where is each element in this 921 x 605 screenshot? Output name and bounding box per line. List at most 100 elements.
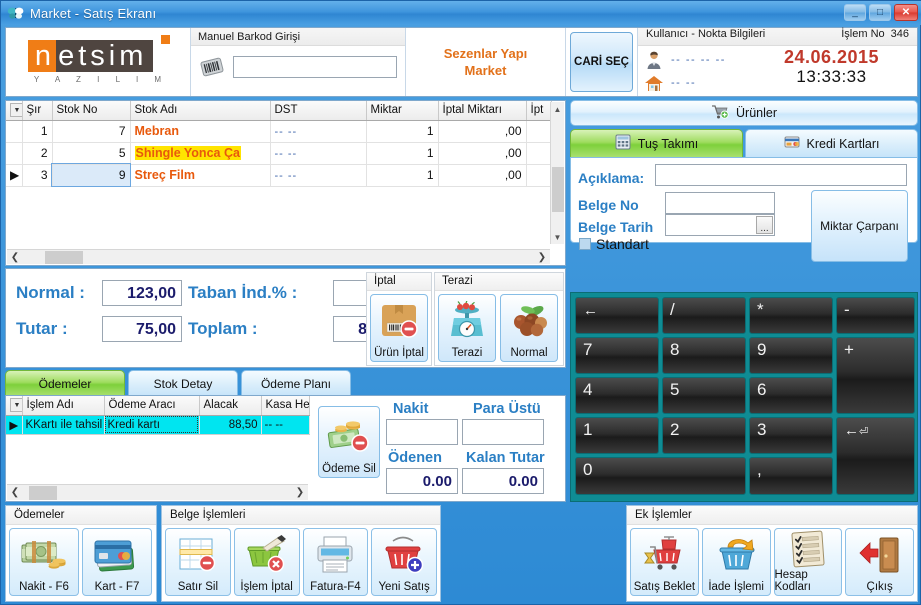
standart-checkbox[interactable]: Standart bbox=[579, 236, 649, 252]
tab-odemeler[interactable]: Ödemeler bbox=[5, 370, 125, 396]
chevron-down-icon[interactable]: ▼ bbox=[10, 103, 21, 118]
horizontal-scroll-thumb[interactable] bbox=[29, 485, 57, 500]
manual-barcode-input[interactable] bbox=[233, 56, 397, 78]
urunler-button[interactable]: Ürünler bbox=[570, 100, 918, 126]
manual-barcode-group: Manuel Barkod Girişi bbox=[191, 28, 406, 96]
tab-stok-detay[interactable]: Stok Detay bbox=[128, 370, 238, 396]
key-plus[interactable]: + bbox=[836, 337, 915, 414]
items-grid-vertical-scrollbar[interactable]: ▲ ▼ bbox=[550, 102, 564, 244]
horizontal-scroll-thumb[interactable] bbox=[45, 250, 83, 264]
column-header-odeme-araci[interactable]: Ödeme Aracı bbox=[104, 396, 200, 416]
maximize-button[interactable]: □ bbox=[869, 4, 891, 21]
nakit-f6-button[interactable]: Nakit - F6 bbox=[9, 528, 79, 596]
chevron-down-icon[interactable]: ▼ bbox=[10, 398, 21, 413]
terazi-button[interactable]: Terazi bbox=[438, 294, 496, 362]
key-8[interactable]: 8 bbox=[662, 337, 746, 374]
scroll-right-icon[interactable]: ❯ bbox=[535, 251, 549, 264]
cell-odeme-araci[interactable]: Kredi kartı bbox=[104, 415, 200, 435]
normal-button[interactable]: Normal bbox=[500, 294, 558, 362]
key-4[interactable]: 4 bbox=[575, 377, 659, 414]
key-3[interactable]: 3 bbox=[749, 417, 833, 454]
key-enter[interactable]: ←⏎ bbox=[836, 417, 915, 495]
column-header-iptal-miktari[interactable]: İptal Miktarı bbox=[438, 101, 527, 121]
column-header-kasa-hesabi[interactable]: Kasa He bbox=[261, 396, 310, 416]
scroll-left-icon[interactable]: ❮ bbox=[8, 486, 22, 499]
odenen-value[interactable]: 0.00 bbox=[386, 468, 458, 494]
tutar-value[interactable]: 75,00 bbox=[102, 316, 182, 342]
cell-sira: 1 bbox=[22, 120, 53, 143]
payments-horizontal-scrollbar[interactable]: ❮ ❯ bbox=[7, 484, 308, 500]
satir-sil-button[interactable]: Satır Sil bbox=[165, 528, 231, 596]
column-header-stok-adi[interactable]: Stok Adı bbox=[130, 101, 271, 121]
close-button[interactable]: ✕ bbox=[894, 4, 918, 21]
key-9[interactable]: 9 bbox=[749, 337, 833, 374]
table-row[interactable]: ▶ 3 9 Streç Film -- -- 1 ,00 bbox=[6, 163, 552, 187]
user-icon bbox=[644, 50, 664, 70]
key-6[interactable]: 6 bbox=[749, 377, 833, 414]
nakit-value[interactable] bbox=[386, 419, 458, 445]
normal-value[interactable]: 123,00 bbox=[102, 280, 182, 306]
tab-odeme-plani[interactable]: Ödeme Planı bbox=[241, 370, 351, 396]
miktar-carpani-button[interactable]: Miktar Çarpanı bbox=[811, 190, 908, 262]
scroll-left-icon[interactable]: ❮ bbox=[8, 251, 22, 264]
checkbox-icon[interactable] bbox=[579, 238, 591, 250]
belge-tarih-picker-button[interactable]: ... bbox=[756, 216, 773, 234]
islem-no-label: İşlem No bbox=[841, 28, 885, 40]
fatura-f4-button[interactable]: Fatura-F4 bbox=[302, 528, 369, 596]
column-header-islem-adi[interactable]: İşlem Adı bbox=[22, 396, 105, 416]
hesap-kodlari-button[interactable]: Hesap Kodları bbox=[773, 528, 843, 596]
scroll-down-icon[interactable]: ▼ bbox=[551, 230, 565, 244]
key-7[interactable]: 7 bbox=[575, 337, 659, 374]
cell-miktar: 1 bbox=[366, 164, 439, 187]
key-multiply[interactable]: * bbox=[749, 297, 833, 334]
para-ustu-value[interactable] bbox=[462, 419, 544, 445]
key-divide[interactable]: / bbox=[662, 297, 746, 334]
key-comma[interactable]: , bbox=[749, 457, 833, 495]
scroll-up-icon[interactable]: ▲ bbox=[551, 102, 565, 116]
payments-grid[interactable]: ▼ İşlem Adı Ödeme Aracı Alacak Kasa He ▶… bbox=[6, 396, 310, 435]
right-column: Ürünler Tuş Takımı Kredi Kartları Açıkla… bbox=[570, 100, 918, 502]
kalan-tutar-value[interactable]: 0.00 bbox=[462, 468, 544, 494]
payments-select-all-header[interactable]: ▼ bbox=[6, 396, 23, 416]
items-grid-horizontal-scrollbar[interactable]: ❮ ❯ bbox=[7, 249, 550, 264]
key-5[interactable]: 5 bbox=[662, 377, 746, 414]
cikis-button[interactable]: Çıkış bbox=[845, 528, 914, 596]
key-2[interactable]: 2 bbox=[662, 417, 746, 454]
tab-tus-takimi[interactable]: Tuş Takımı bbox=[570, 129, 743, 157]
cell-dst: -- -- bbox=[270, 142, 367, 165]
current-date: 24.06.2015 bbox=[783, 47, 880, 67]
table-row[interactable]: 2 5 Shingle Yonca Ça -- -- 1 ,00 bbox=[6, 142, 552, 165]
grid-select-all-header[interactable]: ▼ bbox=[6, 101, 23, 121]
items-grid[interactable]: ▼ Şır Stok No Stok Adı DST Miktar İptal … bbox=[6, 101, 552, 187]
column-header-miktar[interactable]: Miktar bbox=[366, 101, 439, 121]
iade-islemi-button[interactable]: İade İşlemi bbox=[701, 528, 771, 596]
belge-no-input[interactable] bbox=[665, 192, 775, 214]
satis-beklet-button[interactable]: Satış Beklet bbox=[630, 528, 699, 596]
column-header-dst[interactable]: DST bbox=[270, 101, 367, 121]
table-row[interactable]: 1 7 Mebran -- -- 1 ,00 bbox=[6, 120, 552, 143]
urun-iptal-button[interactable]: Ürün İptal bbox=[370, 294, 428, 362]
scroll-right-icon[interactable]: ❯ bbox=[293, 486, 307, 499]
tab-kredi-kartlari[interactable]: Kredi Kartları bbox=[745, 129, 918, 157]
yeni-satis-button[interactable]: Yeni Satış bbox=[371, 528, 437, 596]
kart-f7-button[interactable]: Kart - F7 bbox=[82, 528, 152, 596]
key-1[interactable]: 1 bbox=[575, 417, 659, 454]
key-minus[interactable]: - bbox=[836, 297, 915, 334]
kart-f7-label: Kart - F7 bbox=[94, 581, 140, 593]
key-0[interactable]: 0 bbox=[575, 457, 746, 495]
cell-stok-no[interactable]: 9 bbox=[51, 163, 131, 187]
table-row[interactable]: ▶ KKartı ile tahsil Kredi kartı 88,50 --… bbox=[6, 415, 310, 435]
key-backspace[interactable]: ← bbox=[575, 297, 659, 334]
dst-text: -- -- bbox=[274, 148, 298, 160]
column-header-sira[interactable]: Şır bbox=[22, 101, 53, 121]
vertical-scroll-thumb[interactable] bbox=[551, 167, 564, 212]
odeme-sil-button[interactable]: Ödeme Sil bbox=[318, 406, 380, 478]
cari-sec-button[interactable]: CARİ SEÇ bbox=[570, 32, 633, 92]
column-header-alacak[interactable]: Alacak bbox=[199, 396, 262, 416]
column-header-stok-no[interactable]: Stok No bbox=[52, 101, 131, 121]
aciklama-input[interactable] bbox=[655, 164, 907, 186]
logo-text: etsim bbox=[56, 40, 154, 72]
column-header-ipt[interactable]: İpt bbox=[526, 101, 552, 121]
islem-iptal-button[interactable]: İşlem İptal bbox=[233, 528, 300, 596]
minimize-button[interactable]: _ bbox=[844, 4, 866, 21]
